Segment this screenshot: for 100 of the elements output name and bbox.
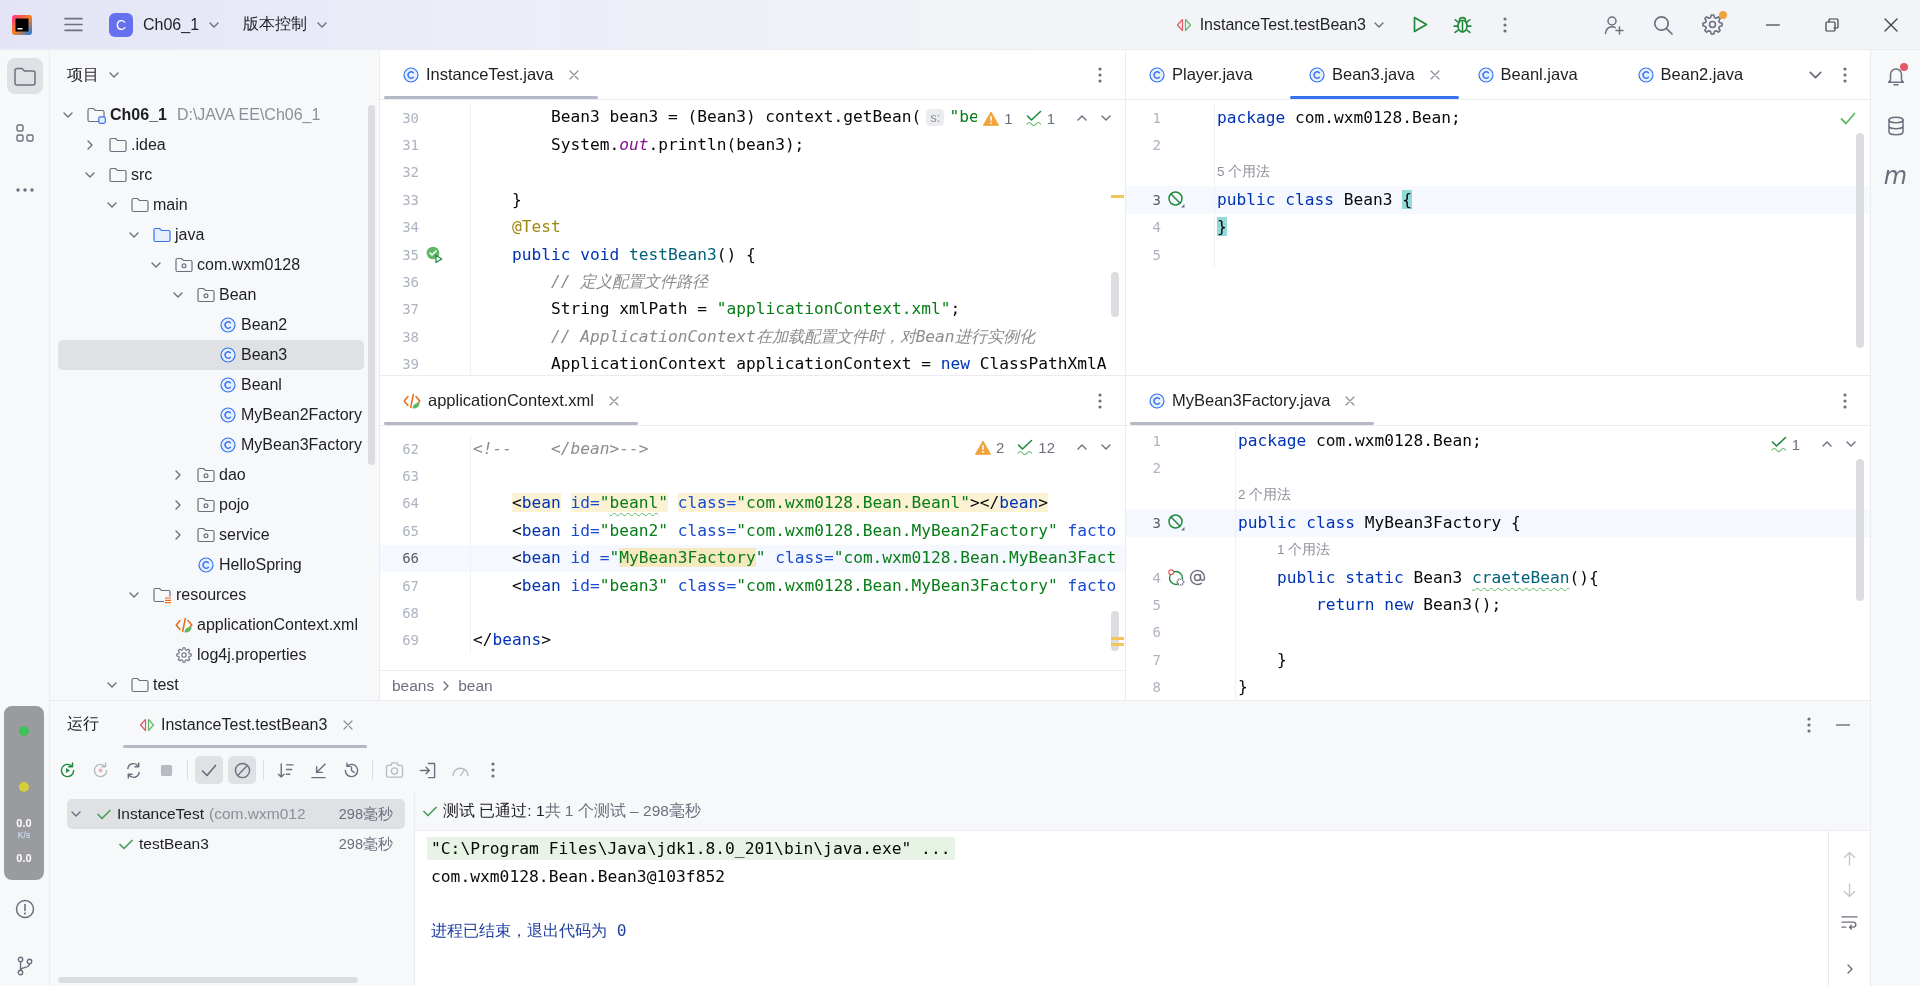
tree-item[interactable]: MyBean3Factory — [58, 430, 364, 460]
scrollbar-thumb[interactable] — [58, 977, 358, 983]
chevron-down-icon[interactable] — [107, 682, 117, 688]
code-line: package com.wxm0128.Bean; — [1237, 429, 1482, 452]
tree-item[interactable]: Bean — [58, 280, 364, 310]
chevron-right-icon[interactable] — [87, 140, 93, 150]
maven-tool-button[interactable]: m — [1877, 158, 1914, 194]
close-icon[interactable] — [609, 395, 619, 406]
check-icon — [1840, 111, 1856, 125]
cycle-arrows-icon — [124, 761, 142, 779]
tree-item[interactable]: Bean3 — [58, 340, 364, 370]
line-number: 7 — [1151, 651, 1161, 668]
editor-tab[interactable]: Bean3.java — [1290, 50, 1459, 99]
chevron-down-icon — [109, 72, 119, 78]
code-line: return new Bean3(); — [1314, 594, 1502, 617]
tree-item[interactable]: test — [58, 670, 364, 700]
chevron-up-icon[interactable] — [1822, 441, 1832, 447]
test-duration: 298毫秒 — [338, 804, 394, 824]
scrollbar-thumb[interactable] — [1856, 459, 1864, 601]
tree-item[interactable]: main — [58, 190, 364, 220]
check-wave-icon — [1770, 436, 1787, 452]
show-ignored-toggle[interactable] — [228, 756, 256, 784]
chevron-down-icon[interactable] — [63, 112, 73, 118]
close-icon[interactable] — [343, 719, 354, 730]
editor-tab[interactable]: applicationContext.xml — [384, 376, 638, 425]
test-tree-item[interactable]: testBean3 298毫秒 — [67, 829, 405, 859]
rerun-icon — [58, 761, 76, 779]
code-line: </beans> — [472, 629, 551, 652]
run-config-selector[interactable]: InstanceTest.testBean3 — [1167, 6, 1392, 43]
line-number: 1 — [1151, 109, 1161, 126]
package-folder-icon — [197, 467, 215, 483]
chevron-right-icon[interactable] — [175, 470, 181, 480]
line-number: 39 — [401, 356, 419, 373]
close-icon[interactable] — [1429, 69, 1440, 80]
line-number: 36 — [401, 274, 419, 291]
code-line: public class Bean3 { — [1216, 188, 1412, 211]
chevron-down-icon[interactable] — [173, 292, 183, 298]
chevron-right-icon[interactable] — [175, 530, 181, 540]
run-tab[interactable]: InstanceTest.testBean3 — [123, 701, 368, 748]
line-number: 31 — [401, 137, 419, 154]
close-icon[interactable] — [568, 69, 579, 80]
code-line: } — [1237, 676, 1248, 699]
project-tool-button[interactable] — [6, 58, 43, 94]
test-status: 测试 已通过: 1 — [443, 800, 545, 821]
chevron-down-icon[interactable] — [151, 262, 161, 268]
show-passed-toggle[interactable] — [195, 756, 223, 784]
chevron-down-icon[interactable] — [1846, 441, 1856, 447]
line-number: 68 — [401, 605, 419, 622]
arrow-up-icon — [1843, 850, 1856, 866]
tree-item[interactable]: log4j.properties — [58, 640, 364, 670]
test-tree-item[interactable]: InstanceTest (com.wxm012 298毫秒 — [67, 799, 405, 829]
chevron-down-icon[interactable] — [71, 811, 81, 817]
tree-item[interactable]: HelloSpring — [58, 550, 364, 580]
tree-item[interactable]: java — [58, 220, 364, 250]
breadcrumb[interactable]: beans — [392, 676, 435, 695]
tree-item[interactable]: pojo — [58, 490, 364, 520]
editor-tab[interactable]: Bean2.java — [1618, 50, 1779, 99]
chevron-right-icon[interactable] — [175, 500, 181, 510]
slashed-circle-icon — [1168, 191, 1185, 209]
chevron-down-icon[interactable] — [107, 202, 117, 208]
chevron-up-icon[interactable] — [1077, 115, 1087, 121]
editor-tab[interactable]: InstanceTest.java — [384, 50, 598, 99]
project-switcher[interactable]: C Ch06_1 — [109, 6, 220, 43]
test-summary: 共 1 个测试 – 298毫秒 — [544, 800, 701, 821]
chevron-right-icon — [1846, 964, 1853, 974]
camera-icon — [384, 762, 404, 778]
status-dot-icon — [19, 782, 29, 792]
chevron-down-icon[interactable] — [129, 592, 139, 598]
editor-tab[interactable]: MyBean3Factory.java — [1130, 376, 1375, 425]
tree-item[interactable]: MyBean2Factory — [58, 400, 364, 430]
chevron-down-icon[interactable] — [129, 232, 139, 238]
console-command[interactable]: "C:\Program Files\Java\jdk1.8.0_201\bin\java.exe" ... — [427, 837, 955, 861]
vcs-menu-button[interactable]: 版本控制 — [243, 6, 328, 43]
chevron-up-icon[interactable] — [1077, 444, 1087, 450]
settings-icon — [1701, 14, 1723, 35]
tree-item[interactable]: src — [58, 160, 364, 190]
scrollbar-thumb[interactable] — [1111, 611, 1119, 651]
tree-item[interactable]: com.wxm0128 — [58, 250, 364, 280]
project-view-selector[interactable]: 项目 — [67, 60, 119, 90]
code-line: <bean id="bean3" class="com.wxm0128.Bean.MyBean3Factory" facto — [510, 574, 1117, 597]
tree-item[interactable]: .idea — [58, 130, 364, 160]
editor-tab[interactable]: Player.java — [1130, 50, 1290, 99]
tree-item[interactable]: dao — [58, 460, 364, 490]
tree-item[interactable]: resources — [58, 580, 364, 610]
tree-item[interactable]: Ch06_1 D:\JAVA EE\Ch06_1 — [58, 100, 364, 130]
tree-item[interactable]: service — [58, 520, 364, 550]
scrollbar-thumb[interactable] — [368, 105, 375, 465]
line-number: 69 — [401, 632, 419, 649]
chevron-down-icon[interactable] — [1101, 115, 1111, 121]
chevron-down-icon[interactable] — [85, 172, 95, 178]
breadcrumb[interactable]: bean — [458, 676, 493, 695]
scrollbar-thumb[interactable] — [1856, 133, 1864, 348]
tree-item[interactable]: Beanl — [58, 370, 364, 400]
close-icon[interactable] — [1345, 395, 1356, 406]
chevron-down-icon[interactable] — [1101, 444, 1111, 450]
weak-warning-count: 1 — [1791, 435, 1800, 453]
tree-item[interactable]: Bean2 — [58, 310, 364, 340]
editor-tab[interactable]: Beanl.java — [1458, 50, 1619, 99]
scrollbar-thumb[interactable] — [1111, 272, 1119, 317]
tree-item[interactable]: applicationContext.xml — [58, 610, 364, 640]
